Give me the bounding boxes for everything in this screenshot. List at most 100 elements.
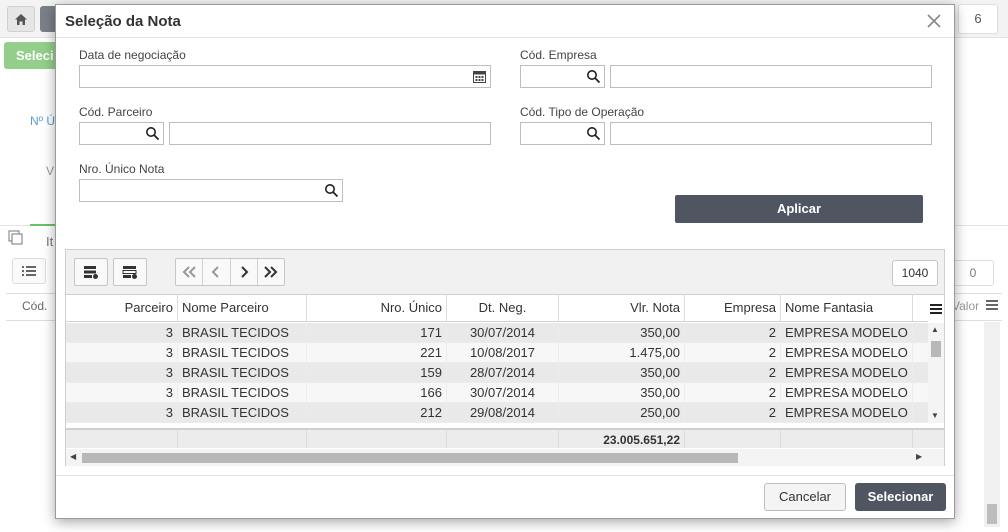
vertical-scroll-thumb[interactable] bbox=[931, 341, 941, 357]
calendar-icon[interactable] bbox=[472, 69, 487, 84]
chevron-right-icon bbox=[240, 266, 249, 278]
scroll-right-icon[interactable]: ▶ bbox=[916, 452, 922, 461]
list-icon bbox=[22, 266, 36, 276]
scroll-up-icon[interactable]: ▲ bbox=[931, 325, 939, 334]
column-menu-button[interactable] bbox=[928, 295, 944, 322]
table-row[interactable]: 3 BRASIL TECIDOS 221 10/08/2017 1.475,00… bbox=[66, 343, 928, 363]
grid-header-row: Parceiro Nome Parceiro Nro. Único Dt. Ne… bbox=[66, 295, 944, 322]
chevron-left-icon bbox=[211, 266, 220, 278]
cell-nome-parceiro: BRASIL TECIDOS bbox=[178, 363, 307, 382]
cell-dt-neg: 30/07/2014 bbox=[447, 383, 559, 402]
cell-nro-unico: 166 bbox=[307, 383, 447, 402]
grid-filter-button[interactable] bbox=[113, 258, 147, 286]
col-header-dt-neg[interactable]: Dt. Neg. bbox=[447, 295, 559, 321]
cell-empresa: 2 bbox=[685, 363, 781, 382]
grid-vertical-scrollbar[interactable]: ▲ ▼ bbox=[928, 323, 944, 423]
search-icon[interactable] bbox=[324, 183, 339, 198]
cell-nro-unico: 221 bbox=[307, 343, 447, 362]
search-icon[interactable] bbox=[145, 126, 160, 141]
total-cell-empty bbox=[66, 430, 178, 448]
cancel-button[interactable]: Cancelar bbox=[764, 483, 846, 511]
dialog-title: Seleção da Nota bbox=[65, 13, 181, 30]
cell-vlr-nota: 350,00 bbox=[559, 363, 685, 382]
col-header-nome-parceiro[interactable]: Nome Parceiro bbox=[178, 295, 307, 321]
cell-nome-fantasia: EMPRESA MODELO bbox=[781, 363, 913, 382]
scroll-down-icon[interactable]: ▼ bbox=[931, 411, 939, 420]
bg-scrollbar[interactable] bbox=[984, 322, 1000, 527]
home-icon bbox=[15, 13, 27, 25]
cell-nome-fantasia: EMPRESA MODELO bbox=[781, 323, 913, 342]
grid-toolbar: 1040 bbox=[66, 250, 944, 294]
col-header-parceiro[interactable]: Parceiro bbox=[66, 295, 178, 321]
table-row[interactable]: 3 BRASIL TECIDOS 212 29/08/2014 250,00 2… bbox=[66, 403, 928, 423]
cod-empresa-label: Cód. Empresa bbox=[520, 48, 597, 62]
notification-counter[interactable]: 6 bbox=[958, 4, 998, 34]
cell-nome-parceiro: BRASIL TECIDOS bbox=[178, 383, 307, 402]
search-icon[interactable] bbox=[586, 69, 601, 84]
cell-vlr-nota: 350,00 bbox=[559, 383, 685, 402]
list-view-button[interactable] bbox=[12, 258, 46, 284]
bg-column-menu-icon[interactable] bbox=[986, 300, 998, 310]
dialog-footer-divider bbox=[56, 475, 954, 476]
total-cell-empty bbox=[178, 430, 307, 448]
prev-page-button[interactable] bbox=[203, 259, 231, 285]
grid-horizontal-scrollbar[interactable]: ◀ ▶ bbox=[66, 449, 944, 466]
col-header-empresa[interactable]: Empresa bbox=[685, 295, 781, 321]
cell-vlr-nota: 250,00 bbox=[559, 403, 685, 422]
apply-button[interactable]: Aplicar bbox=[675, 195, 923, 223]
table-row[interactable]: 3 BRASIL TECIDOS 166 30/07/2014 350,00 2… bbox=[66, 383, 928, 403]
table-row[interactable]: 3 BRASIL TECIDOS 171 30/07/2014 350,00 2… bbox=[66, 323, 928, 343]
total-vlr-nota: 23.005.651,22 bbox=[559, 430, 685, 448]
home-button[interactable] bbox=[7, 6, 35, 32]
cell-nome-parceiro: BRASIL TECIDOS bbox=[178, 323, 307, 342]
record-count: 1040 bbox=[892, 260, 938, 286]
cod-tipo-operacao-input[interactable] bbox=[520, 122, 605, 145]
cod-parceiro-input[interactable] bbox=[79, 122, 164, 145]
cell-dt-neg: 30/07/2014 bbox=[447, 323, 559, 342]
col-header-nro-unico[interactable]: Nro. Único bbox=[307, 295, 447, 321]
double-chevron-right-icon bbox=[264, 266, 278, 278]
search-icon[interactable] bbox=[586, 126, 601, 141]
select-button[interactable]: Selecionar bbox=[855, 483, 946, 511]
grid-totals-row: 23.005.651,22 bbox=[66, 428, 944, 448]
total-cell-empty bbox=[685, 430, 781, 448]
parceiro-name-field[interactable] bbox=[169, 122, 491, 145]
data-negociacao-label: Data de negociação bbox=[79, 48, 186, 62]
cell-parceiro: 3 bbox=[66, 383, 178, 402]
grid-settings-icon bbox=[84, 266, 98, 279]
dialog-header: Seleção da Nota bbox=[56, 5, 954, 38]
tipo-operacao-name-field[interactable] bbox=[610, 122, 932, 145]
cell-dt-neg: 29/08/2014 bbox=[447, 403, 559, 422]
bg-record-count: 0 bbox=[952, 260, 994, 286]
cell-empresa: 2 bbox=[685, 403, 781, 422]
cell-vlr-nota: 1.475,00 bbox=[559, 343, 685, 362]
cod-tipo-operacao-label: Cód. Tipo de Operação bbox=[520, 105, 645, 119]
empresa-name-field[interactable] bbox=[610, 65, 932, 88]
copy-icon[interactable] bbox=[8, 230, 24, 246]
select-button-bg[interactable]: Seleci bbox=[4, 42, 62, 69]
cod-empresa-input[interactable] bbox=[520, 65, 605, 88]
nro-unico-nota-input[interactable] bbox=[79, 179, 343, 202]
notes-grid: 1040 Parceiro Nome Parceiro Nro. Único D… bbox=[65, 249, 945, 466]
cell-vlr-nota: 350,00 bbox=[559, 323, 685, 342]
cell-empresa: 2 bbox=[685, 383, 781, 402]
nro-unico-nota-label: Nro. Único Nota bbox=[79, 162, 165, 176]
grid-config-button[interactable] bbox=[74, 258, 108, 286]
close-icon[interactable] bbox=[924, 11, 944, 31]
next-page-button[interactable] bbox=[231, 259, 258, 285]
last-page-button[interactable] bbox=[258, 259, 284, 285]
nota-selection-dialog: Seleção da Nota Data de negociação Cód. … bbox=[55, 4, 955, 519]
col-header-spacer bbox=[913, 295, 928, 321]
col-header-nome-fantasia[interactable]: Nome Fantasia bbox=[781, 295, 913, 321]
bg-scroll-thumb[interactable] bbox=[987, 504, 997, 524]
data-negociacao-input[interactable] bbox=[79, 65, 491, 88]
table-row[interactable]: 3 BRASIL TECIDOS 159 28/07/2014 350,00 2… bbox=[66, 363, 928, 383]
cell-nome-fantasia: EMPRESA MODELO bbox=[781, 343, 913, 362]
first-page-button[interactable] bbox=[176, 259, 204, 285]
cell-nome-parceiro: BRASIL TECIDOS bbox=[178, 403, 307, 422]
col-header-vlr-nota[interactable]: Vlr. Nota bbox=[559, 295, 685, 321]
total-cell-empty bbox=[781, 430, 913, 448]
horizontal-scroll-thumb[interactable] bbox=[82, 453, 738, 463]
cell-nome-fantasia: EMPRESA MODELO bbox=[781, 403, 913, 422]
scroll-left-icon[interactable]: ◀ bbox=[70, 452, 76, 461]
